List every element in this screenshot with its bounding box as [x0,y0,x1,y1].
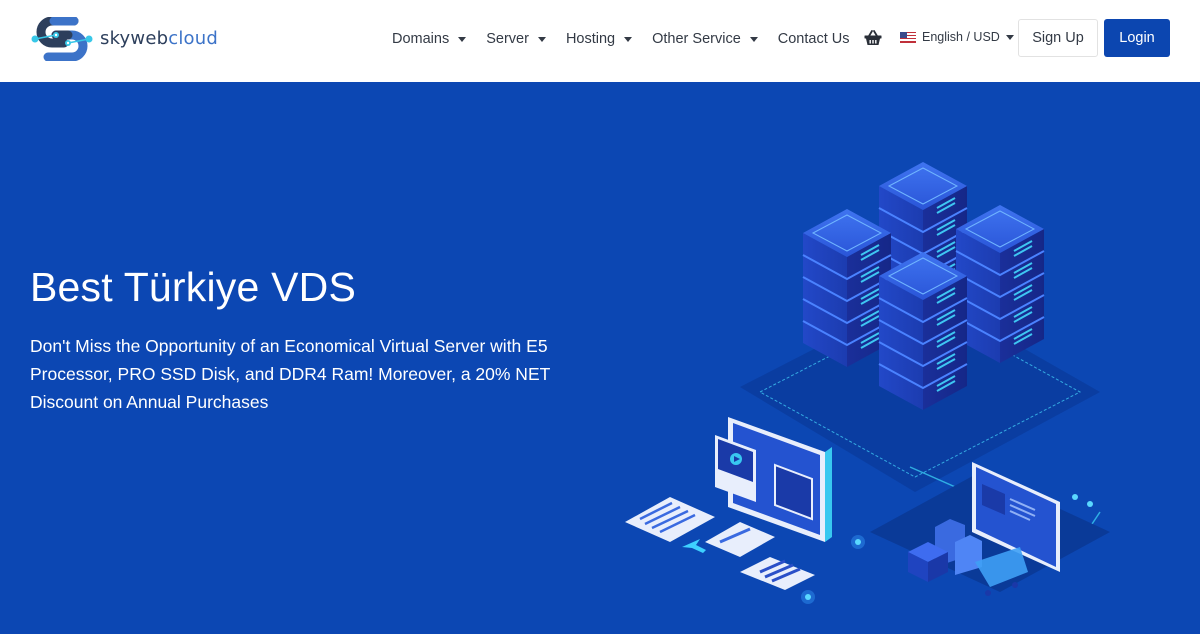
caret-down-icon [537,36,546,42]
nav-item-label: Server [486,31,529,47]
servers-illustration [625,162,1110,604]
language-currency-selector[interactable]: English / USD [900,30,1014,44]
logo-wordmark-part1: skyweb [100,28,169,49]
sign-up-button[interactable]: Sign Up [1018,19,1098,57]
shopping-basket-icon [864,30,882,45]
caret-down-icon [458,36,467,42]
main-nav: Domains Server Hosting Other Service Con… [392,0,850,78]
nav-item-label: Other Service [652,31,741,47]
hero-description: Don't Miss the Opportunity of an Economi… [30,336,550,412]
cart-button[interactable] [864,30,882,46]
server-stack [955,205,1045,363]
hero-section: Best Türkiye VDS Don't Miss the Opportun… [0,82,1200,634]
logo-wordmark-part2: cloud [168,28,218,49]
nav-item-label: Hosting [565,31,616,47]
nav-item-label: Domains [392,31,450,47]
caret-down-icon [749,36,758,42]
caret-down-icon [1005,34,1014,40]
server-stack [802,209,892,367]
nav-item-domains[interactable]: Domains [392,31,467,47]
login-button[interactable]: Login [1104,19,1170,57]
server-stack [878,252,968,410]
nav-item-contact-us[interactable]: Contact Us [778,31,850,47]
language-label: English / USD [922,30,1000,44]
hero-title: Best Türkiye VDS [30,264,356,310]
caret-down-icon [624,36,633,42]
skywebcloud-s-logo-icon [31,17,93,61]
nav-item-other-service[interactable]: Other Service [652,31,758,47]
site-header: skywebcloud Domains Server Hosting Other… [0,0,1200,82]
nav-item-label: Contact Us [777,31,850,47]
us-flag-icon [900,31,916,43]
monitor-illustration [715,417,832,542]
nav-item-server[interactable]: Server [486,31,546,47]
logo-wordmark: skywebcloud [100,30,218,48]
nav-item-hosting[interactable]: Hosting [565,31,633,47]
site-logo[interactable]: skywebcloud [30,17,218,61]
